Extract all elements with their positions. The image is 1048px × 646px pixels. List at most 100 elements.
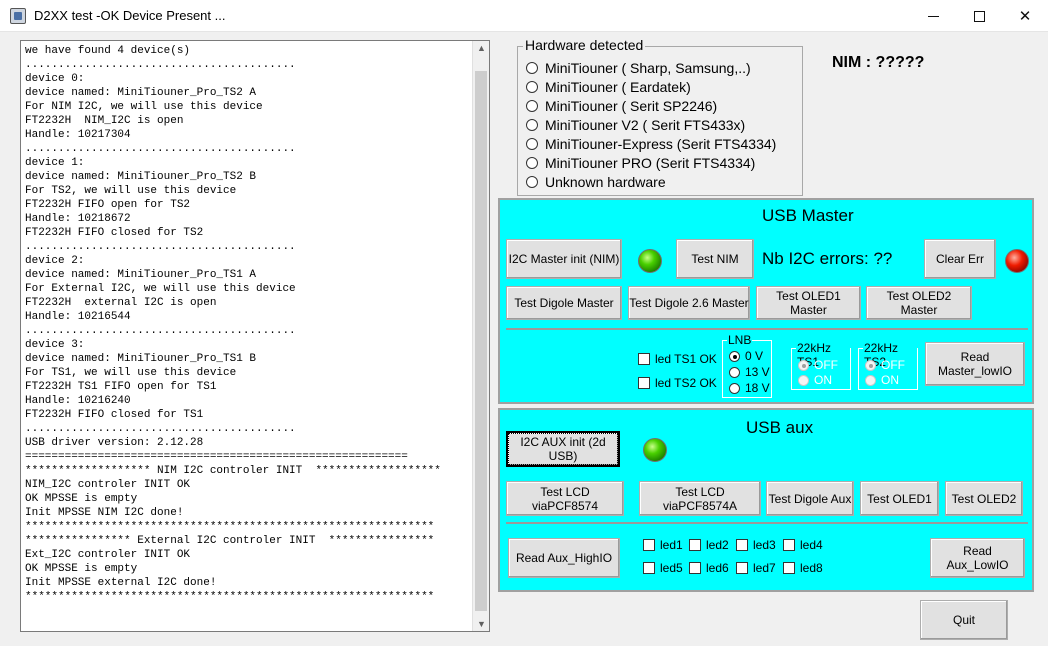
hardware-option[interactable]: Unknown hardware <box>526 173 666 191</box>
clear-err-button[interactable]: Clear Err <box>924 239 996 279</box>
log-line: ........................................… <box>25 423 296 435</box>
hardware-option[interactable]: MiniTiouner ( Sharp, Samsung,..) <box>526 59 751 77</box>
close-button[interactable]: ✕ <box>1002 0 1048 32</box>
log-line: device named: MiniTiouner_Pro_TS2 A <box>25 87 257 99</box>
log-line: ========================================… <box>25 451 408 463</box>
checkbox-icon[interactable] <box>736 562 748 574</box>
led8-checkbox[interactable]: led8 <box>783 560 823 576</box>
log-line: FT2232H external I2C is open <box>25 297 217 309</box>
hardware-option[interactable]: MiniTiouner PRO (Serit FTS4334) <box>526 154 755 172</box>
radio-icon[interactable] <box>798 374 809 386</box>
radio-icon[interactable] <box>526 157 538 169</box>
lnb-option[interactable]: 18 V <box>729 381 770 395</box>
log-memo[interactable]: we have found 4 device(s)...............… <box>20 40 490 632</box>
log-line: NIM_I2C controler INIT OK <box>25 479 191 491</box>
checkbox-icon[interactable] <box>689 539 701 551</box>
log-line: Init MPSSE NIM I2C done! <box>25 507 184 519</box>
led3-checkbox[interactable]: led3 <box>736 537 776 553</box>
read-aux-highio-button[interactable]: Read Aux_HighIO <box>508 538 620 578</box>
scroll-down-icon[interactable]: ▼ <box>477 619 486 629</box>
radio-icon[interactable] <box>526 62 538 74</box>
test-digole-26-master-button[interactable]: Test Digole 2.6 Master <box>628 286 750 320</box>
radio-icon[interactable] <box>865 374 876 386</box>
led1-checkbox[interactable]: led1 <box>643 537 683 553</box>
scroll-thumb[interactable] <box>475 71 487 611</box>
log-line: ........................................… <box>25 143 296 155</box>
led4-checkbox[interactable]: led4 <box>783 537 823 553</box>
log-line: device 0: <box>25 73 85 85</box>
checkbox-icon[interactable] <box>643 539 655 551</box>
hardware-option[interactable]: MiniTiouner-Express (Serit FTS4334) <box>526 135 776 153</box>
radio-icon[interactable] <box>526 176 538 188</box>
ts2-22khz-option[interactable]: OFF <box>865 358 905 372</box>
test-lcd-pcf8574-button[interactable]: Test LCD viaPCF8574 <box>506 481 624 516</box>
radio-icon[interactable] <box>798 359 809 371</box>
checkbox-icon[interactable] <box>643 562 655 574</box>
test-oled2-master-button[interactable]: Test OLED2 Master <box>866 286 972 320</box>
radio-icon[interactable] <box>729 350 740 362</box>
led7-checkbox[interactable]: led7 <box>736 560 776 576</box>
read-aux-lowio-button[interactable]: Read Aux_LowIO <box>930 538 1025 578</box>
hardware-label: Hardware detected <box>523 37 646 53</box>
log-line: FT2232H FIFO closed for TS2 <box>25 227 204 239</box>
checkbox-icon[interactable] <box>689 562 701 574</box>
radio-icon[interactable] <box>526 119 538 131</box>
ts1-22khz-option[interactable]: ON <box>798 373 832 387</box>
led6-checkbox[interactable]: led6 <box>689 560 729 576</box>
quit-button[interactable]: Quit <box>920 600 1008 640</box>
test-digole-master-button[interactable]: Test Digole Master <box>506 286 622 320</box>
lnb-option[interactable]: 13 V <box>729 365 770 379</box>
hardware-option[interactable]: MiniTiouner ( Eardatek) <box>526 78 691 96</box>
log-line: Handle: 10216240 <box>25 395 131 407</box>
i2c-aux-init-button[interactable]: I2C AUX init (2d USB) <box>506 431 620 467</box>
log-line: USB driver version: 2.12.28 <box>25 437 204 449</box>
test-oled1-master-button[interactable]: Test OLED1 Master <box>756 286 861 320</box>
radio-icon[interactable] <box>526 138 538 150</box>
i2c-master-init-button[interactable]: I2C Master init (NIM) <box>506 239 622 279</box>
radio-icon[interactable] <box>729 382 740 394</box>
checkbox-icon[interactable] <box>638 353 650 365</box>
app-icon <box>10 8 26 24</box>
radio-icon[interactable] <box>526 100 538 112</box>
log-line: ........................................… <box>25 59 296 71</box>
led-ts1-checkbox[interactable]: led TS1 OK <box>638 351 717 367</box>
led-ts2-checkbox[interactable]: led TS2 OK <box>638 375 717 391</box>
error-led <box>1005 249 1029 273</box>
test-oled1-button[interactable]: Test OLED1 <box>860 481 939 516</box>
ts1-22khz-group: 22kHz TS1 OFF ON <box>791 341 851 390</box>
log-line: Handle: 10217304 <box>25 129 131 141</box>
test-oled2-button[interactable]: Test OLED2 <box>945 481 1023 516</box>
checkbox-icon[interactable] <box>736 539 748 551</box>
read-master-lowio-button[interactable]: Read Master_lowIO <box>925 342 1025 386</box>
checkbox-icon[interactable] <box>638 377 650 389</box>
scroll-up-icon[interactable]: ▲ <box>477 43 486 53</box>
led5-checkbox[interactable]: led5 <box>643 560 683 576</box>
ts2-22khz-option[interactable]: ON <box>865 373 899 387</box>
log-line: FT2232H TS1 FIFO open for TS1 <box>25 381 217 393</box>
radio-icon[interactable] <box>865 359 876 371</box>
hardware-option[interactable]: MiniTiouner ( Serit SP2246) <box>526 97 717 115</box>
aux-status-led <box>643 438 667 462</box>
log-line: ****************************************… <box>25 591 435 603</box>
minimize-button[interactable] <box>910 0 956 32</box>
maximize-button[interactable] <box>956 0 1002 32</box>
test-digole-aux-button[interactable]: Test Digole Aux <box>766 481 854 516</box>
log-line: For External I2C, we will use this devic… <box>25 283 296 295</box>
hardware-option[interactable]: MiniTiouner V2 ( Serit FTS433x) <box>526 116 745 134</box>
radio-icon[interactable] <box>729 366 740 378</box>
checkbox-icon[interactable] <box>783 562 795 574</box>
lnb-label: LNB <box>727 333 753 347</box>
log-line: For TS2, we will use this device <box>25 185 237 197</box>
log-line: Init MPSSE external I2C done! <box>25 577 217 589</box>
lnb-option[interactable]: 0 V <box>729 349 763 363</box>
checkbox-icon[interactable] <box>783 539 795 551</box>
log-scrollbar[interactable]: ▲ ▼ <box>472 41 489 631</box>
test-nim-button[interactable]: Test NIM <box>676 239 754 279</box>
log-line: For TS1, we will use this device <box>25 367 237 379</box>
led2-checkbox[interactable]: led2 <box>689 537 729 553</box>
radio-icon[interactable] <box>526 81 538 93</box>
log-line: ******************* NIM I2C controler IN… <box>25 465 441 477</box>
test-lcd-pcf8574a-button[interactable]: Test LCD viaPCF8574A <box>639 481 761 516</box>
log-line: device 2: <box>25 255 85 267</box>
ts1-22khz-option[interactable]: OFF <box>798 358 838 372</box>
